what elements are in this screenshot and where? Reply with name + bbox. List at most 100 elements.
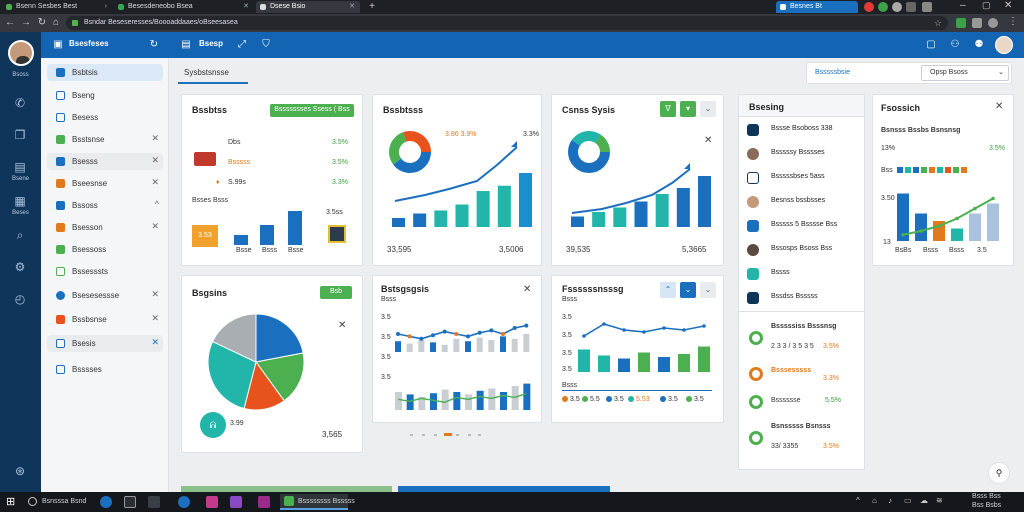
sort-button[interactable]: ▾ — [680, 101, 696, 117]
window-close-icon[interactable]: ✕ — [1004, 0, 1012, 11]
browser-icon[interactable] — [100, 496, 112, 508]
clock-icon[interactable]: ◴ — [12, 292, 28, 306]
close-icon[interactable]: › — [105, 1, 107, 13]
list-item[interactable]: Bsssssbses 5ass — [747, 171, 857, 185]
close-icon[interactable]: ✕ — [151, 133, 159, 144]
list-item[interactable]: Besnss bssbsses — [747, 195, 857, 209]
extension-icon[interactable] — [956, 18, 966, 28]
help-button[interactable]: ⚲ — [988, 462, 1010, 484]
wifi-icon[interactable]: ≋ — [936, 496, 948, 508]
sidebar-item[interactable]: Bsbtsis — [47, 64, 163, 81]
app-icon[interactable] — [206, 496, 218, 508]
shield-icon[interactable]: ⛉ — [259, 38, 273, 52]
calendar-icon[interactable]: ▦ — [12, 194, 28, 208]
battery-icon[interactable]: ▭ — [904, 496, 916, 508]
taskbar-active-app[interactable]: Bssssssss Bsssss — [280, 494, 355, 510]
close-icon[interactable]: ✕ — [151, 337, 159, 348]
app-icon[interactable] — [258, 496, 270, 508]
start-icon[interactable]: ⊞ — [6, 496, 18, 508]
chevron-down-icon[interactable]: ⌄ — [700, 282, 716, 298]
list-item[interactable]: Bsssssy Bsssses — [747, 147, 857, 161]
close-icon[interactable]: ✕ — [151, 177, 159, 188]
grid-icon[interactable]: ▤ — [12, 160, 28, 174]
extension-icon[interactable] — [922, 2, 932, 12]
list-group[interactable]: Bsssesssss 3.3% — [739, 365, 864, 385]
files-icon[interactable] — [124, 496, 136, 508]
search-icon[interactable] — [28, 497, 37, 506]
close-icon[interactable]: ✕ — [151, 289, 159, 300]
close-icon[interactable]: ✕ — [151, 221, 159, 232]
cloud-icon[interactable]: ☁ — [920, 496, 932, 508]
list-item[interactable]: Bssss — [747, 267, 857, 281]
list-group[interactable]: Bsnsssss Bsnsss 33/ 3355 3.5% — [739, 421, 864, 461]
close-icon[interactable]: ✕ — [151, 155, 159, 166]
back-icon[interactable]: ← — [4, 17, 16, 29]
close-icon[interactable]: ✕ — [995, 101, 1003, 112]
info-icon[interactable]: ᕱ — [200, 412, 226, 438]
list-item[interactable]: Bsssss 5 Bsssse Bss — [747, 219, 857, 233]
menu-icon[interactable]: ⋮ — [1008, 16, 1018, 27]
share-icon[interactable]: ⚇ — [948, 38, 962, 52]
sidebar-item[interactable]: Bsesis ✕ — [47, 335, 163, 352]
chevron-down-icon[interactable]: ⌄ — [700, 101, 716, 117]
minimize-icon[interactable]: – — [960, 0, 966, 11]
user-avatar[interactable] — [995, 36, 1013, 54]
sidebar-item[interactable]: Bseng — [47, 87, 163, 104]
volume-icon[interactable]: ♪ — [888, 496, 900, 508]
filter-button[interactable]: ᐁ — [660, 101, 676, 117]
list-item[interactable]: Bssosps Bsoss Bss — [747, 243, 857, 257]
sidebar-item[interactable]: Bssbsnse ✕ — [47, 311, 163, 328]
forward-icon[interactable]: → — [20, 17, 32, 29]
expand-icon[interactable]: ⌄ — [680, 282, 696, 298]
close-icon[interactable]: ✕ — [151, 313, 159, 324]
record-icon[interactable] — [864, 2, 874, 12]
pagination-dots[interactable] — [410, 432, 490, 438]
browser-tab-active[interactable]: Dsese Bsio ✕ — [256, 1, 360, 13]
sidebar-item[interactable]: Bsesson ✕ — [47, 219, 163, 236]
search-icon[interactable]: ⌕ — [12, 228, 28, 242]
filter-select[interactable]: Opsp Bsoss ⌄ — [921, 65, 1009, 81]
chevron-up-icon[interactable]: ^ — [856, 496, 868, 508]
list-group[interactable]: Bsssssiss Bsssnsg 2 3 3 / 3 5 3 5 3.5% — [739, 321, 864, 363]
close-icon[interactable]: ✕ — [349, 1, 355, 13]
list-item[interactable]: Bssse Bsoboss 338 — [747, 123, 857, 137]
sidebar-item[interactable]: Bsesesessse ✕ — [47, 287, 163, 304]
date-range-button[interactable]: Bsssssbsie — [815, 69, 850, 76]
extension-icon[interactable] — [878, 2, 888, 12]
collapse-icon[interactable]: ⌃ — [660, 282, 676, 298]
new-tab-button[interactable]: + — [366, 0, 378, 14]
sidebar-item[interactable]: Bsessoss — [47, 241, 163, 258]
close-icon[interactable]: ✕ — [704, 135, 712, 146]
sidebar-item[interactable]: Besess — [47, 109, 163, 126]
taskbar-search[interactable]: Bsnsssa Bsnd — [42, 498, 86, 505]
browser-tab[interactable]: Besesdeneobo Bsea ✕ — [114, 1, 254, 13]
profile-icon[interactable] — [988, 18, 998, 28]
extension-icon[interactable] — [972, 18, 982, 28]
sidebar-item[interactable]: Bsstsnse ✕ — [47, 131, 163, 148]
close-icon[interactable]: ✕ — [338, 320, 346, 331]
expand-icon[interactable]: ⤢ — [235, 38, 249, 52]
folder-icon[interactable]: ▤ — [179, 38, 193, 52]
refresh-icon[interactable]: ↻ — [147, 38, 161, 52]
sidebar-item[interactable]: Bsesss ✕ — [47, 153, 163, 170]
network-icon[interactable]: ⌂ — [872, 496, 884, 508]
settings-icon[interactable]: ⚙ — [12, 260, 28, 274]
sidebar-item[interactable]: Bseesnse ✕ — [47, 175, 163, 192]
browser-tab[interactable]: Besnes Bt — [776, 1, 858, 13]
close-icon[interactable]: ✕ — [523, 284, 531, 295]
action-button[interactable]: Bsb — [320, 286, 352, 299]
list-group[interactable]: Bsssssse 5.5% — [739, 393, 864, 413]
home-icon[interactable]: ⌂ — [50, 17, 62, 29]
browser-icon[interactable] — [178, 496, 190, 508]
action-button[interactable]: Bssssssses Ssess ( Bss — [270, 104, 354, 117]
chevron-up-icon[interactable]: ^ — [155, 199, 159, 209]
maximize-icon[interactable]: ▢ — [982, 0, 991, 11]
profile-icon[interactable] — [892, 2, 902, 12]
chat-icon[interactable]: ✆ — [12, 96, 28, 110]
square-icon[interactable]: ▢ — [924, 38, 938, 52]
avatar[interactable] — [8, 40, 34, 66]
sidebar-item[interactable]: Bssesssts — [47, 263, 163, 280]
tab-overview[interactable]: Sysbstsnsse — [178, 64, 248, 84]
browser-tab[interactable]: Bsenn Sesbes Best › — [2, 1, 112, 13]
url-field[interactable]: Bsndar Beseseresses/Boooaddaaes/oBseesas… — [66, 16, 948, 30]
